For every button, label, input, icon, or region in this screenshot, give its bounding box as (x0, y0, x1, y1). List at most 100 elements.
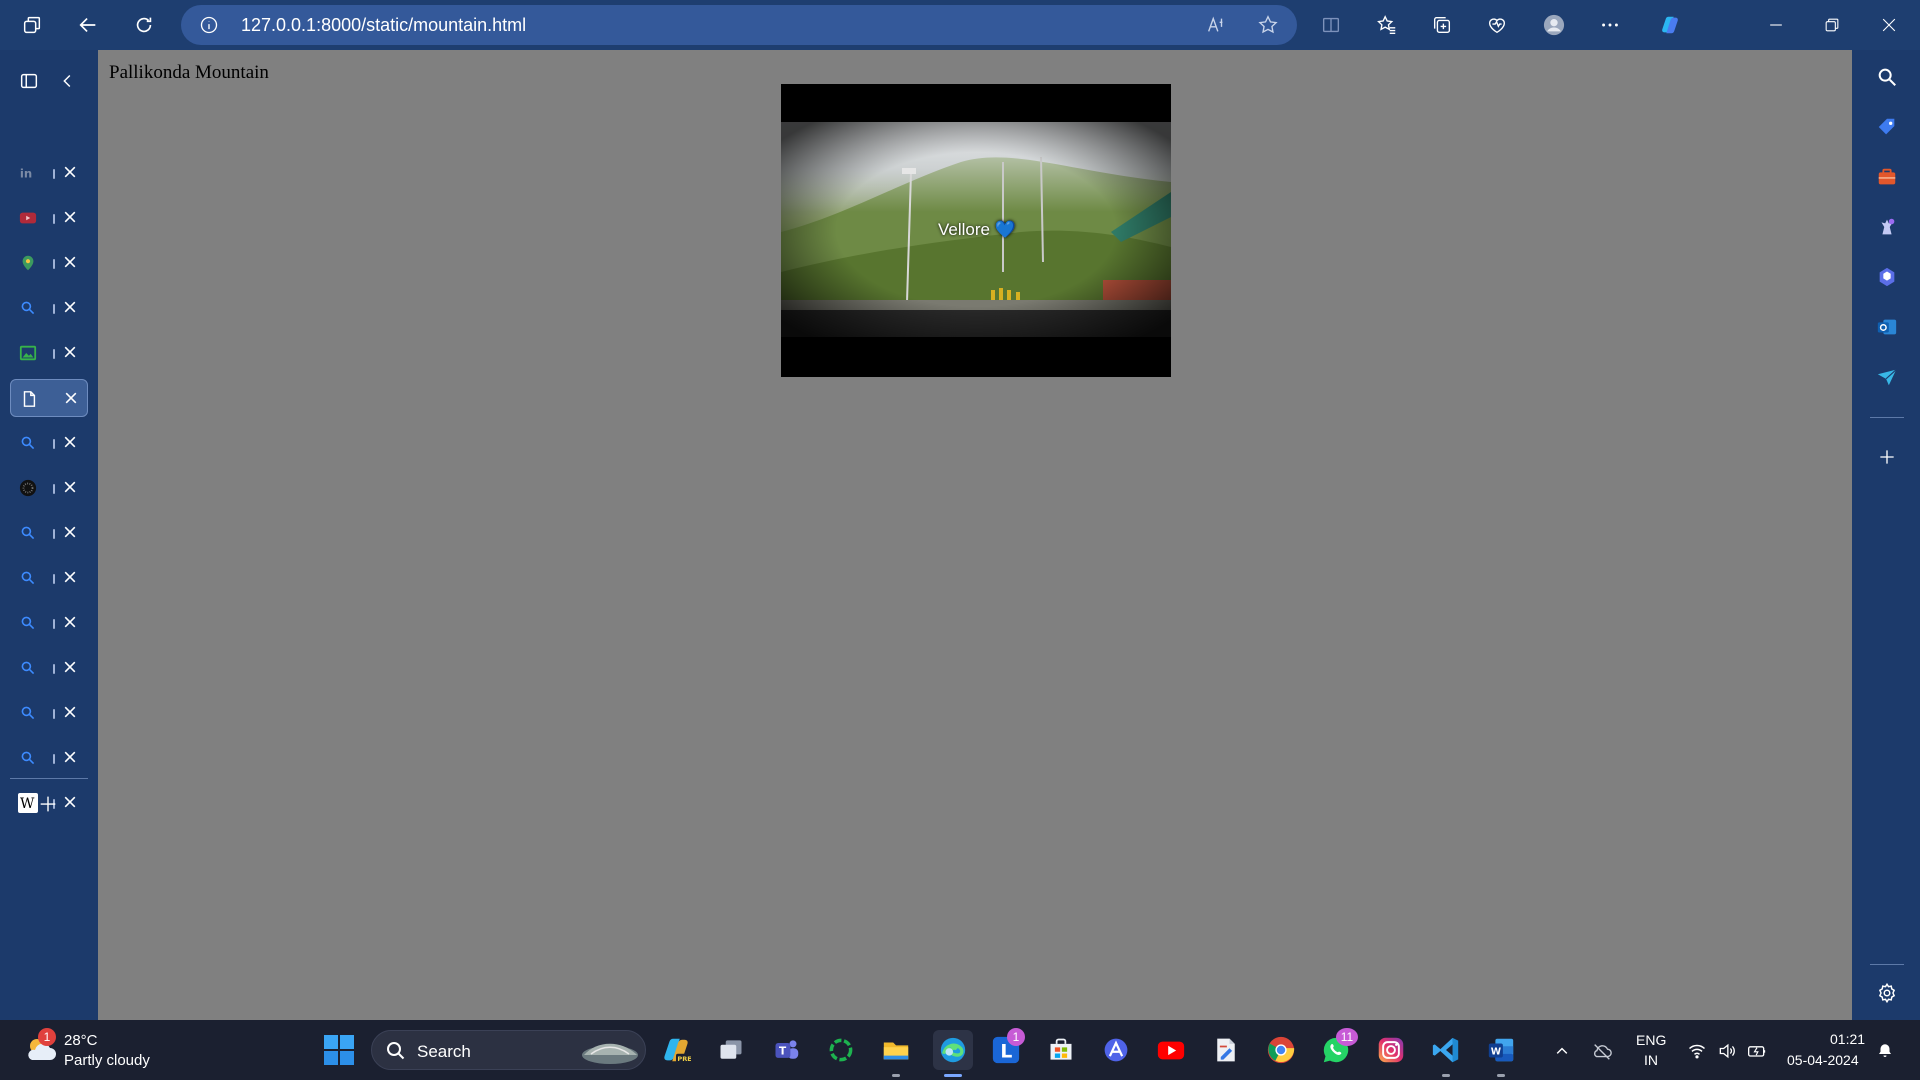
microsoft-store-icon[interactable] (1043, 1032, 1079, 1068)
search-icon (18, 658, 38, 678)
weather-alert-badge: 1 (38, 1028, 56, 1046)
show-hidden-icons-chevron-icon[interactable] (1551, 1040, 1573, 1062)
collections-icon[interactable] (1424, 7, 1460, 43)
close-window-icon[interactable] (1876, 12, 1902, 38)
close-tab-icon[interactable] (60, 252, 80, 272)
address-bar[interactable]: 127.0.0.1:8000/static/mountain.html (181, 5, 1297, 45)
search-icon (387, 1042, 405, 1060)
taskbar-search-box[interactable]: Search (371, 1030, 646, 1070)
battery-charging-icon[interactable] (1746, 1040, 1768, 1062)
tools-briefcase-icon[interactable] (1874, 164, 1900, 190)
site-info-icon[interactable] (199, 15, 219, 35)
windows-start-icon[interactable] (323, 1034, 355, 1066)
language-indicator[interactable]: ENG (1636, 1032, 1666, 1048)
games-icon[interactable] (1874, 214, 1900, 240)
tab-youtube[interactable] (10, 199, 88, 237)
chrome-icon[interactable] (1263, 1032, 1299, 1068)
close-tab-icon[interactable] (60, 162, 80, 182)
input-region-indicator[interactable]: IN (1644, 1052, 1658, 1068)
sync-circle-icon[interactable] (823, 1032, 859, 1068)
favorites-icon[interactable] (1369, 7, 1405, 43)
volume-icon[interactable] (1716, 1040, 1738, 1062)
close-tab-icon[interactable] (60, 612, 80, 632)
profile-avatar-icon[interactable] (1536, 7, 1572, 43)
collapse-tabs-icon[interactable] (50, 63, 86, 99)
tab-search[interactable] (10, 739, 88, 777)
weather-description: Partly cloudy (64, 1052, 150, 1069)
close-tab-icon[interactable] (60, 747, 80, 767)
sidebar-search-icon[interactable] (1874, 64, 1900, 90)
close-tab-icon[interactable] (60, 657, 80, 677)
url-text[interactable]: 127.0.0.1:8000/static/mountain.html (241, 15, 526, 36)
restore-icon[interactable] (1819, 12, 1845, 38)
notification-bell-icon[interactable] (1874, 1040, 1896, 1062)
search-icon (18, 703, 38, 723)
new-tab-icon[interactable] (30, 786, 66, 822)
more-options-icon[interactable] (1592, 7, 1628, 43)
refresh-icon[interactable] (126, 7, 162, 43)
linkedin-icon: in (18, 163, 38, 183)
vscode-icon[interactable] (1428, 1032, 1464, 1068)
close-tab-icon[interactable] (60, 567, 80, 587)
copilot-sidebar-icon[interactable] (1874, 264, 1900, 290)
tab-maps[interactable] (10, 244, 88, 282)
teams-icon[interactable]: T (768, 1032, 804, 1068)
edge-browser-icon[interactable] (933, 1030, 973, 1070)
dotted-circle-icon (18, 478, 38, 498)
close-tab-icon[interactable] (60, 702, 80, 722)
tab-dotted[interactable] (10, 469, 88, 507)
word-icon[interactable]: W (1483, 1032, 1519, 1068)
tab-image[interactable] (10, 334, 88, 372)
tab-search[interactable] (10, 424, 88, 462)
tab-linkedin[interactable]: in (10, 154, 88, 192)
close-tab-icon[interactable] (60, 477, 80, 497)
search-icon (18, 568, 38, 588)
running-indicator (1497, 1074, 1505, 1077)
onedrive-offline-icon[interactable] (1591, 1040, 1613, 1062)
tab-search[interactable] (10, 559, 88, 597)
pdf-editor-icon[interactable] (1208, 1032, 1244, 1068)
tab-search[interactable] (10, 604, 88, 642)
instagram-icon[interactable] (1373, 1032, 1409, 1068)
file-explorer-icon[interactable] (878, 1032, 914, 1068)
notification-badge: 11 (1336, 1028, 1358, 1046)
add-sidebar-app-icon[interactable] (1874, 444, 1900, 470)
clock-date[interactable]: 05-04-2024 (1787, 1052, 1859, 1068)
minimize-icon[interactable] (1763, 12, 1789, 38)
tab-actions-icon[interactable] (11, 63, 47, 99)
outlook-icon[interactable] (1874, 314, 1900, 340)
search-icon (18, 433, 38, 453)
tab-search[interactable] (10, 514, 88, 552)
back-icon[interactable] (70, 7, 106, 43)
close-tab-icon[interactable] (61, 388, 81, 408)
task-view-icon[interactable] (713, 1032, 749, 1068)
copilot-pre-icon[interactable]: PRE (658, 1032, 694, 1068)
workspaces-icon[interactable] (14, 7, 50, 43)
close-tab-icon[interactable] (60, 342, 80, 362)
tab-search[interactable] (10, 694, 88, 732)
mountain-video[interactable]: Vellore 💙 (781, 84, 1171, 377)
close-tab-icon[interactable] (60, 522, 80, 542)
youtube-app-icon[interactable] (1153, 1032, 1189, 1068)
tab-mountain-page[interactable] (10, 379, 88, 417)
video-caption: Vellore 💙 (938, 220, 1016, 239)
tab-search[interactable] (10, 649, 88, 687)
favorite-star-icon[interactable] (1257, 14, 1279, 36)
drop-send-icon[interactable] (1874, 364, 1900, 390)
tab-search[interactable] (10, 289, 88, 327)
document-icon (19, 389, 39, 409)
sidebar-settings-gear-icon[interactable] (1874, 980, 1900, 1006)
close-tab-icon[interactable] (60, 297, 80, 317)
copilot-icon[interactable] (1652, 7, 1688, 43)
close-tab-icon[interactable] (60, 207, 80, 227)
clock-time[interactable]: 01:21 (1830, 1031, 1865, 1047)
arc-app-icon[interactable] (1098, 1032, 1134, 1068)
browser-essentials-icon[interactable] (1479, 7, 1515, 43)
wifi-icon[interactable] (1686, 1040, 1708, 1062)
sidebar-divider (1870, 417, 1904, 418)
search-label: Search (417, 1042, 471, 1061)
split-screen-icon[interactable] (1313, 7, 1349, 43)
close-tab-icon[interactable] (60, 432, 80, 452)
read-aloud-icon[interactable] (1205, 14, 1227, 36)
shopping-tag-icon[interactable] (1874, 114, 1900, 140)
